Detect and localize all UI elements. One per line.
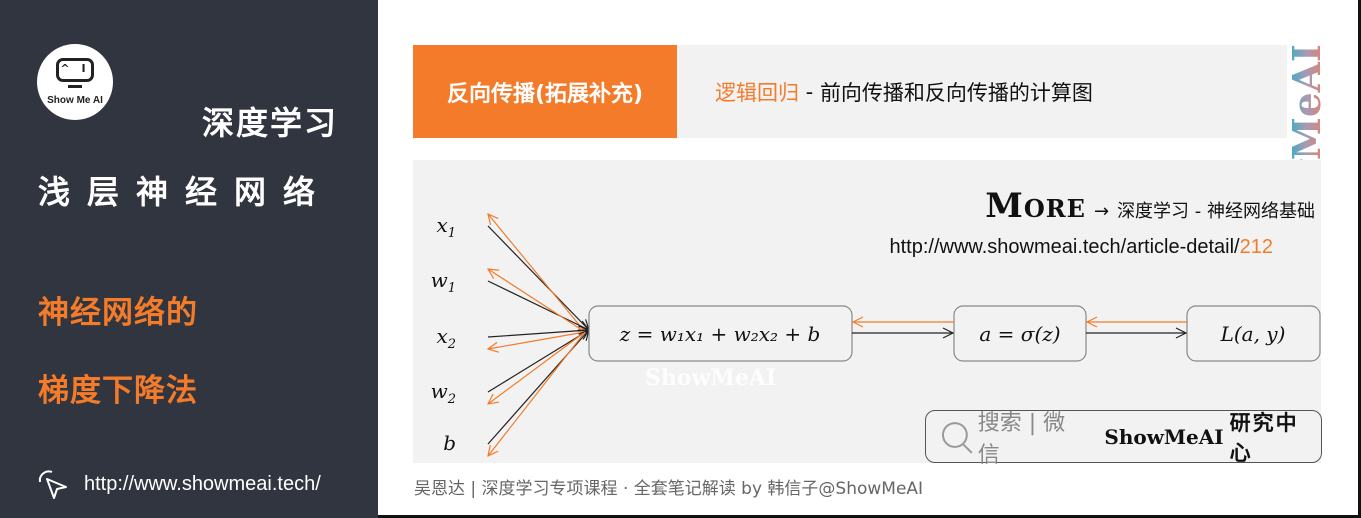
search-brand: ShowMeAI (1104, 424, 1224, 449)
footer-credit: 吴恩达 | 深度学习专项课程 · 全套笔记解读 by 韩信子@ShowMeAI (414, 479, 924, 499)
node-linear-label: z = w₁x₁ + w₂x₂ + b (619, 322, 821, 346)
backward-edge-input-0 (488, 214, 586, 333)
inline-watermark: ShowMeAI (645, 365, 777, 391)
search-placeholder: 搜索 | 微信 (977, 410, 1066, 468)
wechat-search-box[interactable]: 搜索 | 微信 ShowMeAI 研究中心 (925, 410, 1322, 468)
backward-edge-input-2 (488, 331, 586, 349)
node-activation-label: a = σ(z) (979, 322, 1060, 346)
search-brand-suffix: 研究中心 (1229, 410, 1299, 465)
search-icon (941, 421, 973, 454)
forward-edge-input-0 (487, 225, 589, 330)
forward-edge-input-1 (487, 280, 589, 330)
forward-edge-input-3 (487, 330, 589, 393)
input-label-w2: w2 (431, 379, 456, 407)
input-label-x1: x1 (436, 213, 456, 241)
input-label-b: b (443, 431, 456, 455)
input-label-w1: w1 (431, 268, 456, 296)
backward-edge-input-1 (488, 269, 586, 333)
input-label-x2: x2 (436, 324, 456, 352)
node-loss-label: L(a, y) (1220, 322, 1286, 346)
backward-edge-input-4 (488, 331, 586, 456)
